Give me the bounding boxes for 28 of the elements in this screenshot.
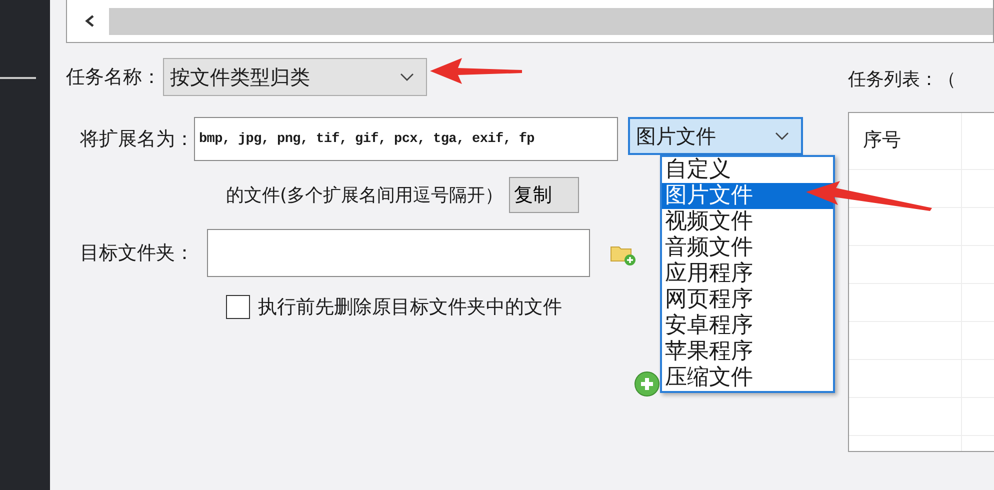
field-label: 目标文件夹： xyxy=(80,241,194,266)
hint-text: 的文件(多个扩展名间用逗号隔开） xyxy=(226,184,504,207)
dropdown-option[interactable]: 压缩文件 xyxy=(662,365,833,391)
dropdown-option[interactable]: 应用程序 xyxy=(662,261,833,287)
dropdown-option[interactable]: 视频文件 xyxy=(662,209,833,235)
field-label: 将扩展名为： xyxy=(80,127,194,152)
add-icon[interactable] xyxy=(634,371,660,397)
scroll-left-icon[interactable] xyxy=(85,15,95,27)
column-header: 序号 xyxy=(849,113,962,169)
copy-button[interactable]: 复制 xyxy=(509,177,580,213)
scrollbar[interactable] xyxy=(109,8,993,34)
dropdown-option[interactable]: 图片文件 xyxy=(662,183,833,209)
dropdown-option[interactable]: 自定义 xyxy=(662,157,833,183)
extension-field[interactable]: bmp, jpg, png, tif, gif, pcx, tga, exif, fp xyxy=(194,117,618,161)
dropdown-option[interactable]: 网页程序 xyxy=(662,287,833,313)
dropdown-option[interactable]: 音频文件 xyxy=(662,235,833,261)
dropdown-option[interactable]: 苹果程序 xyxy=(662,339,833,365)
checkbox-label: 执行前先删除原目标文件夹中的文件 xyxy=(258,295,562,320)
task-list-label: 任务列表：（ xyxy=(848,68,957,91)
add-folder-icon[interactable] xyxy=(610,244,636,266)
chevron-icon xyxy=(400,73,414,81)
category-dropdown[interactable]: 图片文件 xyxy=(628,117,803,155)
task-name-dropdown[interactable]: 按文件类型归类 xyxy=(163,58,427,96)
field-label: 任务名称： xyxy=(66,65,161,90)
dropdown-option[interactable]: 安卓程序 xyxy=(662,313,833,339)
checkbox[interactable] xyxy=(226,295,250,319)
chevron-icon xyxy=(775,132,789,140)
folder-field[interactable] xyxy=(207,229,590,277)
